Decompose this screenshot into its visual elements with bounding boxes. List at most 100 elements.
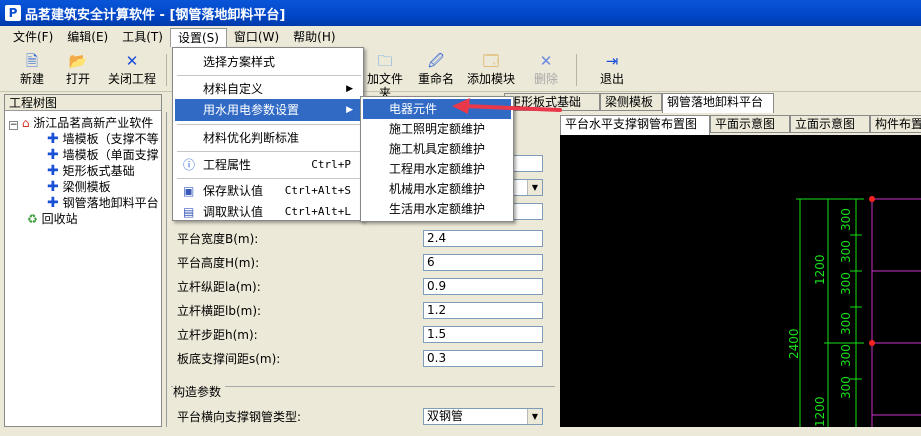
menu-tools[interactable]: 工具(T) (115, 28, 170, 47)
add-module-button[interactable]: 🗔 添加模块 (464, 52, 518, 86)
support-spacing-input[interactable]: 0.3 (423, 350, 543, 367)
tree-item[interactable]: ✚ 墙模板（单面支撑 (47, 147, 159, 163)
tab-beam-formwork[interactable]: 梁侧模板 (600, 93, 662, 111)
dim-label: 300 (839, 208, 853, 231)
param-label: 立杆步距h(m): (177, 328, 258, 342)
pole-longitudinal-spacing-input[interactable]: 0.9 (423, 278, 543, 295)
menu-separator (177, 178, 361, 179)
tab-horizontal-layout[interactable]: 平台水平支撑钢管布置图 (560, 115, 710, 135)
module-icon: ✚ (47, 195, 59, 211)
submenu-arrow-icon: ▶ (346, 84, 353, 94)
tree-item-recycle[interactable]: ♻ 回收站 (27, 211, 78, 227)
rename-icon: 🖉 (428, 52, 444, 70)
home-icon: ⌂ (21, 116, 30, 130)
title-bar: P 品茗建筑安全计算软件 - [钢管落地卸料平台] (0, 0, 921, 26)
menu-help[interactable]: 帮助(H) (286, 28, 342, 47)
tab-elevation-view[interactable]: 立面示意图 (790, 115, 870, 133)
window-title: 品茗建筑安全计算软件 - [钢管落地卸料平台] (25, 7, 286, 23)
grid-lines (871, 198, 921, 427)
param-label: 立杆纵距la(m): (177, 280, 261, 294)
dimension-labels: 300 300 300 300 1200 2400 300 300 1200 (787, 208, 853, 427)
rename-button[interactable]: 🖉 重命名 (414, 52, 458, 86)
param-label: 板底支撑间距s(m): (177, 352, 281, 366)
menu-item-project-properties[interactable]: ⓘ 工程属性 Ctrl+P (175, 154, 361, 176)
param-label: 立杆横距lb(m): (177, 304, 262, 318)
submenu-arrow-icon: ▶ (346, 105, 353, 115)
close-project-button[interactable]: ✕ 关闭工程 (104, 52, 160, 86)
menu-item-material-optimization[interactable]: 材料优化判断标准 (175, 127, 361, 149)
menu-window[interactable]: 窗口(W) (227, 28, 286, 47)
exit-icon: ⇥ (605, 52, 619, 70)
submenu-machinery-quota[interactable]: 施工机具定额维护 (363, 139, 511, 159)
submenu-project-water-quota[interactable]: 工程用水定额维护 (363, 159, 511, 179)
platform-height-input[interactable]: 6 (423, 254, 543, 271)
dropdown-icon[interactable]: ▼ (527, 409, 542, 424)
dim-label: 300 (839, 312, 853, 335)
pole-transverse-spacing-input[interactable]: 1.2 (423, 302, 543, 319)
tab-component-layout[interactable]: 构件布置 (870, 115, 921, 133)
platform-width-input[interactable]: 2.4 (423, 230, 543, 247)
group-title: 构造参数 (173, 385, 226, 399)
submenu-domestic-water-quota[interactable]: 生活用水定额维护 (363, 199, 511, 219)
menu-item-water-power-params[interactable]: 用水用电参数设置 ▶ (175, 99, 361, 121)
dim-label: 300 (839, 240, 853, 263)
dropdown-icon[interactable]: ▼ (527, 180, 542, 195)
dim-label: 2400 (787, 328, 801, 359)
param-label: 平台宽度B(m): (177, 232, 259, 246)
toolbar-separator (166, 54, 167, 86)
new-file-icon: 🗎 (25, 52, 39, 70)
annotation-arrow-icon (452, 98, 562, 114)
menu-file[interactable]: 文件(F) (6, 28, 60, 47)
transverse-tube-type-select[interactable]: 双钢管 ▼ (423, 408, 543, 425)
construction-params-group: 构造参数 平台横向支撑钢管类型: 双钢管 ▼ (171, 385, 555, 436)
menu-bar: 文件(F) 编辑(E) 工具(T) 设置(S) 窗口(W) 帮助(H) (0, 27, 921, 48)
module-icon: ✚ (47, 179, 59, 195)
tree-item[interactable]: ✚ 矩形板式基础 (47, 163, 135, 179)
dimension-lines (796, 198, 864, 427)
tab-plan-view[interactable]: 平面示意图 (710, 115, 790, 133)
menu-item-material-custom[interactable]: 材料自定义 ▶ (175, 78, 361, 100)
menu-item-load-defaults[interactable]: ▤ 调取默认值 Ctrl+Alt+L (175, 201, 361, 223)
open-button[interactable]: 📂 打开 (60, 52, 96, 86)
view-tabs: 平台水平支撑钢管布置图 平面示意图 立面示意图 构件布置 (558, 115, 921, 135)
menu-item-scheme-style[interactable]: 选择方案样式 (175, 51, 361, 73)
project-tree-panel: 工程树图 − ⌂ 浙江品茗高新产业软件 ✚ 墙模板（支撑不等 ✚ 墙模板（单面支… (4, 94, 162, 427)
menu-settings[interactable]: 设置(S) (169, 28, 227, 47)
tree-item[interactable]: ✚ 梁侧模板 (47, 179, 111, 195)
delete-button[interactable]: ✕ 删除 (530, 52, 562, 86)
menu-item-save-defaults[interactable]: ▣ 保存默认值 Ctrl+Alt+S (175, 180, 361, 202)
collapse-icon[interactable]: − (9, 121, 18, 130)
drawing-canvas[interactable]: 300 300 300 300 1200 2400 300 300 1200 (560, 135, 921, 427)
menu-edit[interactable]: 编辑(E) (60, 28, 115, 47)
tree-item[interactable]: ✚ 墙模板（支撑不等 (47, 131, 159, 147)
dim-label: 1200 (813, 254, 827, 285)
toolbar-separator (576, 54, 577, 86)
param-label: 平台横向支撑钢管类型: (177, 410, 302, 424)
delete-icon: ✕ (539, 52, 553, 70)
menu-separator (177, 75, 361, 76)
menu-separator (177, 124, 361, 125)
tree-item[interactable]: ✚ 钢管落地卸料平台 (47, 195, 159, 211)
app-logo-icon: P (5, 5, 21, 21)
submenu-machine-water-quota[interactable]: 机械用水定额维护 (363, 179, 511, 199)
dim-label: 300 (839, 272, 853, 295)
param-label: 平台高度H(m): (177, 256, 260, 270)
recycle-bin-icon: ♻ (27, 212, 38, 226)
layout-drawing: 300 300 300 300 1200 2400 300 300 1200 (787, 196, 921, 427)
module-icon: ✚ (47, 147, 59, 163)
add-module-icon: 🗔 (482, 52, 500, 70)
tab-unloading-platform[interactable]: 钢管落地卸料平台 (662, 93, 774, 113)
dim-label: 1200 (813, 396, 827, 427)
close-icon: ✕ (125, 52, 139, 70)
new-button[interactable]: 🗎 新建 (14, 52, 50, 86)
save-icon: ▣ (183, 184, 195, 198)
exit-button[interactable]: ⇥ 退出 (594, 52, 630, 86)
pole-step-input[interactable]: 1.5 (423, 326, 543, 343)
submenu-lighting-quota[interactable]: 施工照明定额维护 (363, 119, 511, 139)
menu-separator (177, 151, 361, 152)
tree-root[interactable]: − ⌂ 浙江品茗高新产业软件 (9, 115, 153, 131)
module-icon: ✚ (47, 163, 59, 179)
folder-add-icon: 🗀 (377, 52, 393, 70)
toolbar: 🗎 新建 📂 打开 ✕ 关闭工程 🗀 加文件夹 🖉 重命名 🗔 添加模块 ✕ 删… (0, 50, 921, 100)
tree-header: 工程树图 (5, 95, 161, 111)
